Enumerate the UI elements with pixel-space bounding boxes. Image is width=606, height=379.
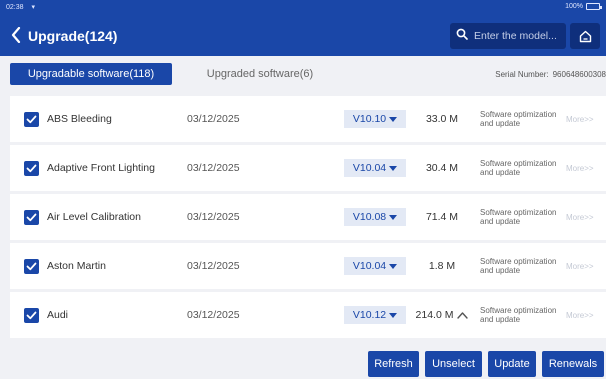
more-link[interactable]: More>>	[566, 145, 594, 191]
caret-down-icon	[389, 214, 398, 220]
checkmark-icon	[26, 213, 37, 222]
update-button[interactable]: Update	[488, 351, 536, 377]
row-checkbox[interactable]	[24, 210, 39, 225]
software-size: 1.8 M	[410, 243, 474, 289]
software-date: 03/12/2025	[187, 113, 240, 125]
more-link[interactable]: More>>	[566, 194, 594, 240]
software-size: 33.0 M	[410, 96, 474, 142]
version-select[interactable]: V10.12	[344, 306, 406, 324]
row-checkbox[interactable]	[24, 161, 39, 176]
wifi-icon: ▾	[31, 4, 35, 11]
size-value: 1.8 M	[428, 260, 456, 272]
chevron-left-icon	[11, 27, 21, 43]
search-box[interactable]	[450, 23, 566, 49]
size-value: 214.0 M	[415, 309, 454, 321]
row-checkbox[interactable]	[24, 112, 39, 127]
version-select[interactable]: V10.10	[344, 110, 406, 128]
serial-value: 960648600308	[552, 70, 606, 79]
version-value: V10.12	[352, 309, 387, 321]
tab-upgraded-software[interactable]: Upgraded software(6)	[190, 63, 330, 85]
software-date: 03/12/2025	[187, 309, 240, 321]
size-value: 71.4 M	[425, 211, 459, 223]
software-description: Software optimization and update	[480, 208, 557, 226]
caret-down-icon	[389, 116, 398, 122]
software-description: Software optimization and update	[480, 110, 557, 128]
more-link[interactable]: More>>	[566, 292, 594, 338]
software-size: 71.4 M	[410, 194, 474, 240]
software-name: Air Level Calibration	[47, 210, 141, 223]
status-time: 02:38	[6, 4, 24, 11]
list-item[interactable]: Audi 03/12/2025 V10.12 214.0 M Software …	[10, 292, 606, 338]
status-bar: 02:38 ▾	[6, 3, 35, 11]
refresh-button[interactable]: Refresh	[368, 351, 419, 377]
home-button[interactable]	[570, 23, 600, 49]
home-icon	[579, 30, 591, 42]
search-icon	[456, 27, 468, 45]
version-value: V10.08	[352, 211, 387, 223]
battery-area: 100%	[565, 3, 602, 10]
version-value: V10.04	[352, 260, 387, 272]
checkmark-icon	[26, 262, 37, 271]
software-date: 03/12/2025	[187, 162, 240, 174]
list-item[interactable]: Aston Martin 03/12/2025 V10.04 1.8 M Sof…	[10, 243, 606, 289]
software-size: 214.0 M	[410, 292, 474, 338]
software-description: Software optimization and update	[480, 257, 557, 275]
version-select[interactable]: V10.08	[344, 208, 406, 226]
list-item[interactable]: Adaptive Front Lighting 03/12/2025 V10.0…	[10, 145, 606, 191]
page-title: Upgrade(124)	[28, 28, 118, 44]
software-date: 03/12/2025	[187, 211, 240, 223]
software-size: 30.4 M	[410, 145, 474, 191]
tab-upgradable-software[interactable]: Upgradable software(118)	[10, 63, 172, 85]
caret-down-icon	[389, 312, 398, 318]
caret-down-icon	[389, 263, 398, 269]
search-input[interactable]	[474, 30, 564, 42]
battery-level: 100%	[565, 3, 583, 10]
back-button[interactable]	[8, 24, 24, 46]
version-value: V10.10	[352, 113, 387, 125]
software-date: 03/12/2025	[187, 260, 240, 272]
software-name: ABS Bleeding	[47, 112, 112, 125]
version-select[interactable]: V10.04	[344, 159, 406, 177]
software-name: Adaptive Front Lighting	[47, 161, 155, 174]
list-item[interactable]: ABS Bleeding 03/12/2025 V10.10 33.0 M So…	[10, 96, 606, 142]
size-value: 33.0 M	[425, 113, 459, 125]
app-header: 02:38 ▾ 100% Upgrade(124)	[0, 0, 606, 56]
checkmark-icon	[26, 115, 37, 124]
software-name: Audi	[47, 308, 69, 321]
row-checkbox[interactable]	[24, 308, 39, 323]
software-description: Software optimization and update	[480, 306, 557, 324]
unselect-button[interactable]: Unselect	[425, 351, 482, 377]
serial-label: Serial Number:	[495, 70, 549, 79]
row-checkbox[interactable]	[24, 259, 39, 274]
more-link[interactable]: More>>	[566, 96, 594, 142]
renewals-button[interactable]: Renewals	[542, 351, 604, 377]
software-list[interactable]: ABS Bleeding 03/12/2025 V10.10 33.0 M So…	[10, 93, 606, 347]
action-bar: Refresh Unselect Update Renewals	[0, 351, 606, 377]
chevron-up-icon[interactable]	[457, 311, 469, 319]
list-item[interactable]: Air Level Calibration 03/12/2025 V10.08 …	[10, 194, 606, 240]
caret-down-icon	[389, 165, 398, 171]
size-value: 30.4 M	[425, 162, 459, 174]
version-select[interactable]: V10.04	[344, 257, 406, 275]
more-link[interactable]: More>>	[566, 243, 594, 289]
software-name: Aston Martin	[47, 259, 106, 272]
checkmark-icon	[26, 311, 37, 320]
serial-number: Serial Number: 960648600308	[495, 70, 606, 79]
tabs-row: Upgradable software(118) Upgraded softwa…	[0, 56, 606, 90]
software-description: Software optimization and update	[480, 159, 557, 177]
battery-icon	[586, 3, 602, 10]
checkmark-icon	[26, 164, 37, 173]
version-value: V10.04	[352, 162, 387, 174]
